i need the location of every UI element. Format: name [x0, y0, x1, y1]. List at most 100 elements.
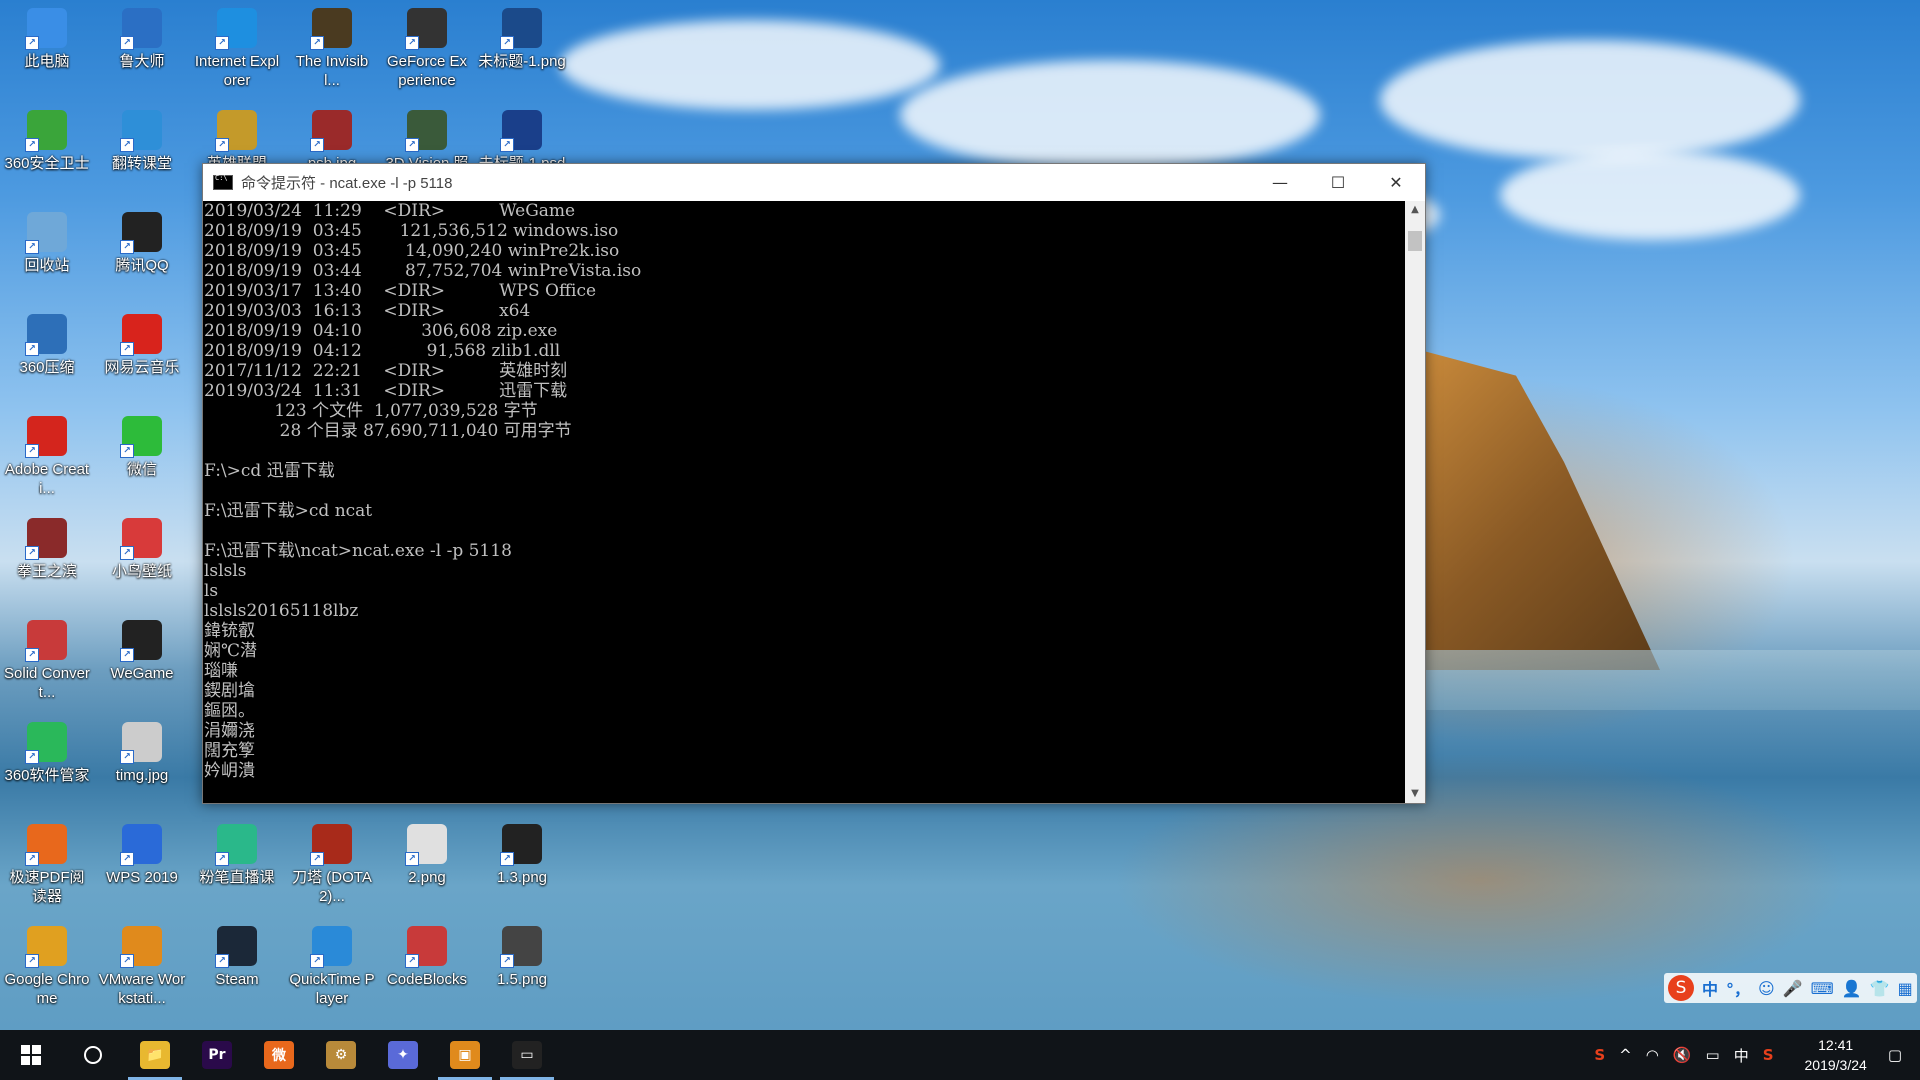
shortcut-arrow-icon: ↗ — [500, 36, 514, 50]
cortana-search-button[interactable] — [62, 1030, 124, 1080]
desktop-icon-label: timg.jpg — [115, 767, 169, 784]
terminal-line: 2018/09/19 03:44 87,752,704 winPreVista.… — [204, 261, 642, 281]
sogou-tray-icon[interactable]: S — [1594, 1046, 1605, 1064]
taskbar-app-weibo[interactable]: 微 — [248, 1030, 310, 1080]
desktop-icon[interactable]: ↗ 粉笔直播课 — [193, 824, 281, 887]
desktop-icon-label: 拳王之滨 — [16, 563, 77, 580]
recycle-bin-icon: ↗ — [25, 212, 67, 254]
desktop-icon[interactable]: ↗ CodeBlocks — [383, 926, 471, 989]
taskbar-app-app-gear[interactable]: ⚙ — [310, 1030, 372, 1080]
codeblocks-icon: ↗ — [405, 926, 447, 968]
maximize-button[interactable]: ☐ — [1309, 164, 1367, 201]
minimize-button[interactable]: — — [1251, 164, 1309, 201]
taskbar-app-app-kite[interactable]: ✦ — [372, 1030, 434, 1080]
battery-icon[interactable]: ▭ — [1706, 1046, 1720, 1064]
window-titlebar[interactable]: 命令提示符 - ncat.exe -l -p 5118 — ☐ ✕ — [203, 164, 1425, 201]
wechat-icon: ↗ — [120, 416, 162, 458]
app-kite-icon: ✦ — [388, 1041, 418, 1069]
desktop-icon[interactable]: ↗ Steam — [193, 926, 281, 989]
terminal-line: 鍏铳叡 — [204, 621, 255, 641]
desktop-icon[interactable]: ↗ 1.3.png — [478, 824, 566, 887]
ime-toolbar[interactable]: S 中 °， ☺ 🎤 ⌨ 👤 👕 ▦ — [1664, 973, 1917, 1003]
desktop-icon[interactable]: ↗ GeForce Experience — [383, 8, 471, 90]
terminal-line: 2018/09/19 03:45 121,536,512 windows.iso — [204, 221, 619, 241]
desktop-icon-label: 鲁大师 — [119, 53, 165, 70]
desktop-icon-label: Adobe Creati... — [4, 461, 90, 497]
wps-icon: ↗ — [120, 824, 162, 866]
desktop-icon[interactable]: ↗ 腾讯QQ — [98, 212, 186, 275]
desktop-icon[interactable]: ↗ The Invisibl... — [288, 8, 376, 90]
desktop-icon-label: QuickTime Player — [289, 971, 375, 1007]
desktop-icon[interactable]: ↗ WeGame — [98, 620, 186, 683]
vertical-scrollbar[interactable]: ▲ ▼ — [1405, 201, 1425, 803]
cortana-circle-icon — [84, 1046, 102, 1064]
terminal-output[interactable]: 2019/03/24 11:29 <DIR> WeGame 2018/09/19 … — [203, 201, 1404, 803]
sogou-ime-tray-icon[interactable]: S — [1763, 1046, 1774, 1064]
desktop-icon-label: 回收站 — [24, 257, 70, 274]
shortcut-arrow-icon: ↗ — [25, 648, 39, 662]
ime-toolbox-icon[interactable]: ▦ — [1898, 979, 1913, 998]
cmd-window[interactable]: 命令提示符 - ncat.exe -l -p 5118 — ☐ ✕ 2019/0… — [202, 163, 1426, 804]
ime-punctuation-icon[interactable]: °， — [1726, 976, 1750, 1000]
clock[interactable]: 12:41 2019/3/24 — [1805, 1035, 1867, 1075]
desktop-icon[interactable]: ↗ 小鸟壁纸 — [98, 518, 186, 581]
desktop-icon[interactable]: ↗ 1.5.png — [478, 926, 566, 989]
desktop-icon[interactable]: ↗ 翻转课堂 — [98, 110, 186, 173]
desktop-icon-label: WeGame — [110, 665, 174, 682]
desktop-icon[interactable]: ↗ WPS 2019 — [98, 824, 186, 887]
vmware-icon: ▣ — [450, 1041, 480, 1069]
desktop-icon[interactable]: ↗ 回收站 — [3, 212, 91, 275]
desktop-icon[interactable]: ↗ Adobe Creati... — [3, 416, 91, 498]
shortcut-arrow-icon: ↗ — [25, 240, 39, 254]
taskbar-app-premiere[interactable]: Pr — [186, 1030, 248, 1080]
terminal-line: F:\迅雷下载\ncat>ncat.exe -l -p 5118 — [204, 541, 512, 561]
desktop-icon[interactable]: ↗ 此电脑 — [3, 8, 91, 71]
image-file-icon: ↗ — [405, 824, 447, 866]
ime-user-icon[interactable]: 👤 — [1842, 979, 1862, 998]
ime-keyboard-icon[interactable]: ⌨ — [1811, 979, 1834, 998]
desktop-icon[interactable]: ↗ 拳王之滨 — [3, 518, 91, 581]
volume-muted-icon[interactable]: 🔇 — [1673, 1046, 1692, 1064]
desktop-icon[interactable]: ↗ 2.png — [383, 824, 471, 887]
ime-skin-icon[interactable]: 👕 — [1870, 979, 1890, 998]
network-icon[interactable]: ◠ — [1646, 1046, 1659, 1064]
shortcut-arrow-icon: ↗ — [405, 852, 419, 866]
desktop-icon[interactable]: ↗ QuickTime Player — [288, 926, 376, 1008]
desktop-icon[interactable]: ↗ 微信 — [98, 416, 186, 479]
start-button[interactable] — [0, 1030, 62, 1080]
scroll-thumb[interactable] — [1408, 231, 1422, 251]
desktop-icon[interactable]: ↗ 极速PDF阅读器 — [3, 824, 91, 906]
scroll-down-arrow-icon[interactable]: ▼ — [1405, 785, 1425, 803]
scroll-up-arrow-icon[interactable]: ▲ — [1405, 201, 1425, 219]
desktop-icon[interactable]: ↗ Solid Convert... — [3, 620, 91, 702]
netease-music-icon: ↗ — [120, 314, 162, 356]
terminal-line: F:\>cd 迅雷下载 — [204, 461, 335, 481]
desktop-icon-label: Google Chrome — [4, 971, 90, 1007]
taskbar-app-vmware[interactable]: ▣ — [434, 1030, 496, 1080]
photoshop-icon: ↗ — [500, 110, 542, 152]
desktop-icon[interactable]: ↗ VMware Workstati... — [98, 926, 186, 1008]
desktop-icon[interactable]: ↗ 刀塔 (DOTA2)... — [288, 824, 376, 906]
show-hidden-icons-chevron-icon[interactable]: ^ — [1619, 1046, 1632, 1064]
desktop-icon[interactable]: ↗ 鲁大师 — [98, 8, 186, 71]
ime-emoji-icon[interactable]: ☺ — [1758, 979, 1775, 998]
ime-voice-icon[interactable]: 🎤 — [1783, 979, 1803, 998]
desktop-icon[interactable]: ↗ 360压缩 — [3, 314, 91, 377]
desktop-icon[interactable]: ↗ Internet Explorer — [193, 8, 281, 90]
desktop-icon[interactable]: ↗ 360软件管家 — [3, 722, 91, 785]
input-language-indicator[interactable]: 中 — [1734, 1045, 1749, 1066]
desktop-icon[interactable]: ↗ 网易云音乐 — [98, 314, 186, 377]
taskbar-app-file-explorer[interactable]: 📁 — [124, 1030, 186, 1080]
desktop-icon[interactable]: ↗ Google Chrome — [3, 926, 91, 1008]
close-button[interactable]: ✕ — [1367, 164, 1425, 201]
desktop-icon[interactable]: ↗ 未标题-1.png — [478, 8, 566, 71]
desktop-icon[interactable]: ↗ 360安全卫士 — [3, 110, 91, 173]
ime-chinese-mode-icon[interactable]: 中 — [1702, 976, 1718, 1000]
desktop-icon[interactable]: ↗ timg.jpg — [98, 722, 186, 785]
action-center-icon[interactable]: ▢ — [1888, 1046, 1902, 1064]
desktop-icon-label: CodeBlocks — [386, 971, 468, 988]
desktop-icon-label: 此电脑 — [24, 53, 70, 70]
sogou-logo-icon[interactable]: S — [1668, 975, 1694, 1001]
taskbar-app-cmd[interactable]: ▭ — [496, 1030, 558, 1080]
ie-icon: ↗ — [215, 8, 257, 50]
